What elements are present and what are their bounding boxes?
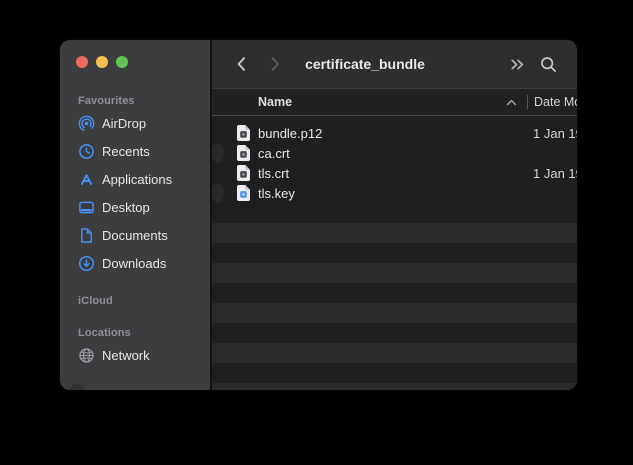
document-icon [78, 227, 95, 244]
file-name: bundle.p12 [258, 126, 322, 141]
desktop-icon [78, 199, 95, 216]
file-row-tls-key[interactable]: tls.key 1 Jan 19 [212, 183, 224, 203]
forward-button[interactable] [265, 52, 285, 76]
list-top-padding [212, 116, 577, 123]
main-pane: certificate_bundle Name [212, 40, 577, 390]
file-date-modified: 1 Jan 19 [533, 126, 577, 141]
sidebar-item-downloads[interactable]: Downloads [60, 249, 210, 277]
sidebar-item-label: Downloads [102, 256, 166, 271]
sidebar-item-label: Recents [102, 144, 150, 159]
column-name-label: Name [258, 95, 292, 109]
globe-icon [78, 347, 95, 364]
caret-up-icon [506, 99, 517, 106]
sidebar-item-network[interactable]: Network [60, 341, 210, 369]
zoom-button[interactable] [116, 56, 128, 68]
airdrop-icon [78, 115, 95, 132]
key-file-icon [237, 185, 250, 201]
sidebar-section-icloud: iCloud [60, 293, 210, 309]
sidebar-item-airdrop[interactable]: AirDrop [60, 109, 210, 137]
back-button[interactable] [231, 52, 251, 76]
column-header-name[interactable]: Name [212, 95, 527, 109]
sidebar-item-label: AirDrop [102, 116, 146, 131]
minimize-button[interactable] [96, 56, 108, 68]
sidebar-item-label: Applications [102, 172, 172, 187]
close-button[interactable] [76, 56, 88, 68]
toolbar: certificate_bundle [212, 40, 577, 88]
back-chevron-icon [235, 55, 247, 73]
toolbar-overflow-button[interactable] [509, 56, 526, 73]
file-row-ca-crt[interactable]: ca.crt 1 Jan 19 [212, 143, 224, 163]
sidebar-item-desktop[interactable]: Desktop [60, 193, 210, 221]
file-date-modified: 1 Jan 19 [533, 166, 577, 181]
double-chevron-right-icon [509, 58, 526, 71]
clock-icon [78, 143, 95, 160]
file-row-bundle-p12[interactable]: bundle.p12 1 Jan 19 [212, 123, 577, 143]
clipped-sidebar-icon [69, 384, 85, 390]
search-icon [540, 56, 557, 73]
file-name: tls.key [258, 186, 295, 201]
sidebar-section-locations: Locations [60, 325, 210, 341]
file-list: bundle.p12 1 Jan 19 ca.crt 1 Jan 19 [212, 116, 577, 390]
forward-chevron-icon [269, 55, 281, 73]
sidebar-item-label: Documents [102, 228, 168, 243]
column-header-date-modified[interactable]: Date Modified [528, 95, 577, 109]
sidebar-item-documents[interactable]: Documents [60, 221, 210, 249]
window-title: certificate_bundle [212, 56, 518, 72]
certificate-file-icon [237, 145, 250, 161]
sidebar-item-applications[interactable]: Applications [60, 165, 210, 193]
certificate-file-icon [237, 165, 250, 181]
file-row-tls-crt[interactable]: tls.crt 1 Jan 19 [212, 163, 577, 183]
sidebar-item-recents[interactable]: Recents [60, 137, 210, 165]
file-name: tls.crt [258, 166, 289, 181]
search-button[interactable] [540, 56, 557, 73]
empty-list-stripes [212, 203, 577, 390]
sidebar-item-label: Desktop [102, 200, 150, 215]
certificate-file-icon [237, 125, 250, 141]
finder-window: Favourites AirDrop Recents [60, 40, 577, 390]
sidebar-item-label: Network [102, 348, 150, 363]
sidebar-section-favourites: Favourites [60, 93, 210, 109]
file-name: ca.crt [258, 146, 290, 161]
window-controls [60, 40, 210, 84]
download-circle-icon [78, 255, 95, 272]
list-column-headers: Name Date Modified [212, 88, 577, 116]
app-store-icon [78, 171, 95, 188]
sidebar: Favourites AirDrop Recents [60, 40, 212, 390]
